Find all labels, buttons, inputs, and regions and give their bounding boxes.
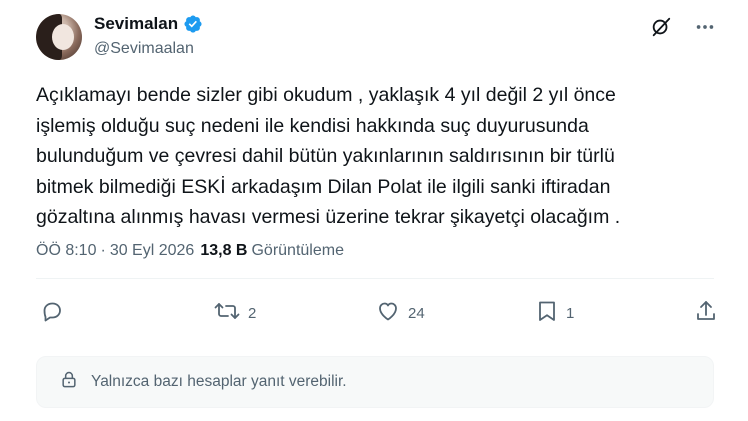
bookmark-button[interactable]: 1	[536, 299, 574, 327]
verified-badge-icon	[183, 14, 203, 34]
like-button[interactable]: 24	[376, 299, 425, 327]
reply-restriction-text: Yalnızca bazı hesaplar yanıt verebilir.	[91, 373, 347, 390]
views-count: 13,8 B	[200, 242, 248, 259]
share-icon	[694, 299, 718, 327]
share-button[interactable]	[694, 299, 718, 327]
retweet-button[interactable]: 2	[214, 299, 256, 327]
tweet-text-line: Açıklamayı bende sizler gibi okudum , ya…	[36, 84, 616, 106]
tweet-text-line: bulunduğum ve çevresi dahil bütün yakınl…	[36, 145, 615, 167]
heart-icon	[376, 299, 400, 327]
like-count: 24	[408, 304, 425, 322]
bookmark-icon	[536, 299, 558, 327]
tweet-meta: ÖÖ 8:10 · 30 Eyl 2026 13,8 B Görüntüleme	[36, 242, 344, 260]
grok-icon[interactable]	[650, 16, 672, 38]
tweet-time[interactable]: ÖÖ 8:10	[36, 242, 96, 260]
tweet-text-line: işlemiş olduğu suç nedeni ile kendisi ha…	[36, 114, 589, 137]
bookmark-count: 1	[566, 304, 575, 322]
reply-icon	[40, 299, 64, 327]
tweet-text: Açıklamayı bende sizler gibi okudum , ya…	[36, 80, 716, 233]
author-name-row: Sevimalan	[94, 14, 203, 34]
views-label: Görüntüleme	[251, 242, 344, 259]
tweet-card: Sevimalan @Sevimaalan Açıklamayı bende s…	[14, 0, 736, 421]
meta-separator: ·	[100, 242, 106, 259]
author-handle[interactable]: @Sevimaalan	[94, 40, 194, 58]
avatar-face	[52, 24, 74, 50]
tweet-date[interactable]: 30 Eyl 2026	[110, 242, 195, 260]
tweet-text-line: bitmek bilmediği ESKİ arkadaşım Dilan Po…	[36, 175, 611, 198]
retweet-icon	[214, 299, 240, 327]
divider	[36, 278, 714, 279]
more-icon[interactable]	[694, 16, 716, 38]
reply-restriction-banner: Yalnızca bazı hesaplar yanıt verebilir.	[36, 356, 714, 408]
retweet-count: 2	[248, 304, 257, 322]
lock-icon	[59, 370, 79, 395]
reply-button[interactable]	[40, 299, 72, 327]
display-name[interactable]: Sevimalan	[94, 14, 178, 34]
tweet-text-line: gözaltına alınmış havası vermesi üzerine…	[36, 206, 621, 228]
action-bar: 2 24 1	[40, 299, 720, 329]
top-actions	[650, 16, 716, 38]
avatar[interactable]	[36, 14, 82, 60]
